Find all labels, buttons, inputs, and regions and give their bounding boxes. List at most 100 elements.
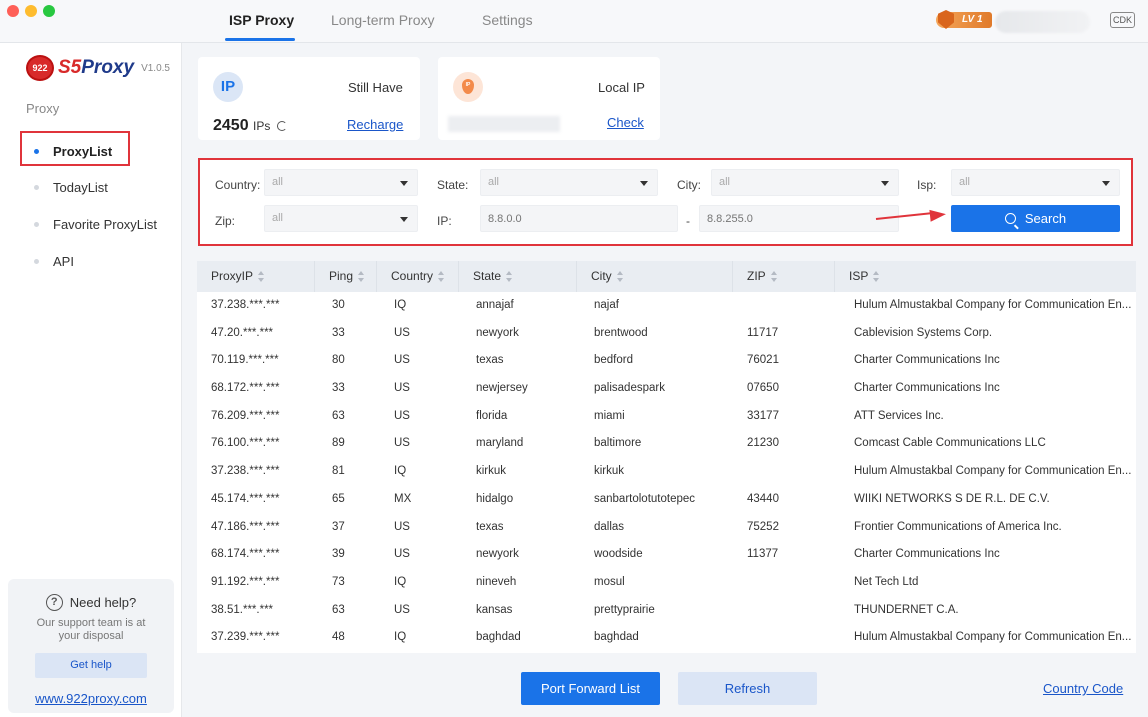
tab-settings[interactable]: Settings: [482, 12, 533, 28]
table-row[interactable]: 47.186.***.*** 37 US texas dallas 75252 Fronti…: [197, 514, 1136, 542]
column-header-proxyip[interactable]: ProxyIP: [197, 261, 315, 292]
table-row[interactable]: 91.192.***.*** 73 IQ nineveh mosul Net Tech L…: [197, 569, 1136, 597]
column-header-isp[interactable]: ISP: [835, 261, 1136, 292]
sidebar-item-label: Favorite ProxyList: [53, 217, 158, 232]
cell-proxyip: 47.186.***.***: [211, 520, 280, 533]
cell-state: newyork: [476, 326, 519, 339]
sidebar-item-api[interactable]: API: [34, 254, 74, 269]
sidebar-item-todaylist[interactable]: TodayList: [34, 180, 108, 195]
country-code-link[interactable]: Country Code: [1043, 681, 1123, 696]
column-header-city[interactable]: City: [577, 261, 733, 292]
cell-country: US: [394, 354, 410, 367]
cell-state: texas: [476, 520, 504, 533]
isp-select[interactable]: all: [951, 169, 1120, 196]
column-header-label: State: [473, 269, 502, 283]
cell-ping: 80: [332, 354, 345, 367]
cell-zip: 11377: [747, 548, 779, 561]
search-button[interactable]: Search: [951, 205, 1120, 232]
help-title-text: Need help?: [69, 595, 137, 610]
website-link[interactable]: www.922proxy.com: [8, 691, 174, 706]
cell-zip: 11717: [747, 326, 779, 339]
cell-zip: 21230: [747, 437, 779, 450]
cell-zip: 43440: [747, 492, 779, 505]
sort-icon: [616, 271, 624, 282]
column-header-state[interactable]: State: [459, 261, 577, 292]
cell-city: najaf: [594, 299, 619, 311]
isp-label: Isp:: [917, 178, 937, 192]
cell-proxyip: 37.239.***.***: [211, 631, 280, 644]
tab-long-term-proxy[interactable]: Long-term Proxy: [331, 12, 434, 28]
ip-range-dash: -: [686, 214, 690, 228]
table-row[interactable]: 68.172.***.*** 33 US newjersey palisadespark…: [197, 375, 1136, 403]
ip-range-from-input[interactable]: [480, 205, 678, 232]
column-header-zip[interactable]: ZIP: [733, 261, 835, 292]
cell-state: maryland: [476, 437, 524, 450]
zip-select[interactable]: all: [264, 205, 418, 232]
refresh-icon[interactable]: [276, 121, 287, 131]
cell-ping: 39: [332, 548, 345, 561]
recharge-link[interactable]: Recharge: [347, 117, 403, 132]
cell-zip: 33177: [747, 409, 779, 422]
sort-icon: [438, 271, 445, 282]
cell-ping: 63: [332, 603, 345, 616]
question-icon: ?: [45, 594, 63, 611]
city-select[interactable]: all: [711, 169, 899, 196]
cell-isp: Charter Communications Inc: [854, 548, 1000, 561]
sidebar-item-favorite-proxylist[interactable]: Favorite ProxyList: [34, 217, 157, 232]
location-pin-icon: IP: [462, 79, 474, 94]
minimize-window-button[interactable]: [25, 5, 37, 17]
cell-ping: 73: [332, 575, 345, 588]
city-select-value: all: [719, 176, 731, 188]
table-row[interactable]: 37.239.***.*** 48 IQ baghdad baghdad Hulum Al…: [197, 624, 1136, 652]
cell-city: baltimore: [594, 437, 642, 450]
country-select[interactable]: all: [264, 169, 418, 196]
maximize-window-button[interactable]: [43, 5, 55, 17]
cell-isp: Frontier Communications of America Inc.: [854, 520, 1062, 533]
annotation-arrow-head: [929, 208, 947, 222]
cell-city: bedford: [594, 354, 634, 367]
country-select-value: all: [272, 176, 284, 188]
cell-zip: 76021: [747, 354, 779, 367]
user-account-blurred[interactable]: [995, 11, 1090, 33]
sort-icon: [770, 271, 778, 282]
table-row[interactable]: 37.238.***.*** 81 IQ kirkuk kirkuk Hulum Almu…: [197, 458, 1136, 486]
cell-state: kirkuk: [476, 465, 507, 478]
ip-range-to-input[interactable]: [699, 205, 899, 232]
check-link[interactable]: Check: [607, 115, 644, 130]
cell-zip: 75252: [747, 520, 779, 533]
column-header-ping[interactable]: Ping: [315, 261, 377, 292]
table-row[interactable]: 37.238.***.*** 30 IQ annajaf najaf Hulum Almu…: [197, 292, 1136, 320]
table-row[interactable]: 68.174.***.*** 39 US newyork woodside 11377 Ch…: [197, 541, 1136, 569]
cell-country: US: [394, 437, 410, 450]
cdk-button[interactable]: CDK: [1110, 12, 1135, 28]
sidebar-section-title: Proxy: [26, 101, 60, 116]
close-window-button[interactable]: [7, 5, 19, 17]
table-row[interactable]: 45.174.***.*** 65 MX hidalgo sanbartolotutot…: [197, 486, 1136, 514]
cell-isp: Cablevision Systems Corp.: [854, 326, 993, 339]
tab-isp-proxy[interactable]: ISP Proxy: [229, 12, 294, 28]
state-select[interactable]: all: [480, 169, 658, 196]
refresh-button[interactable]: Refresh: [678, 672, 817, 705]
column-header-country[interactable]: Country: [377, 261, 459, 292]
ip-label: IP:: [437, 214, 452, 228]
table-row[interactable]: 76.100.***.*** 89 US maryland baltimore 21230…: [197, 430, 1136, 458]
cell-country: IQ: [394, 465, 407, 478]
zip-label: Zip:: [215, 214, 236, 228]
table-row[interactable]: 70.119.***.*** 80 US texas bedford 76021 Chart…: [197, 347, 1136, 375]
cell-ping: 33: [332, 382, 345, 395]
table-row[interactable]: 47.20.***.*** 33 US newyork brentwood 11717 Ca…: [197, 320, 1136, 348]
chevron-down-icon: [881, 181, 889, 186]
search-icon: [1004, 213, 1016, 224]
cell-proxyip: 47.20.***.***: [211, 326, 274, 339]
get-help-button[interactable]: Get help: [35, 653, 147, 678]
filter-panel: Country: all State: all City: all Isp: a…: [198, 158, 1133, 246]
column-header-label: Country: [391, 269, 434, 283]
title-bar: ISP Proxy Long-term Proxy Settings LV 1 …: [0, 0, 1148, 43]
help-title: ? Need help?: [8, 594, 174, 611]
ip-count-unit: IPs: [253, 119, 271, 133]
port-forward-list-button[interactable]: Port Forward List: [521, 672, 660, 705]
cell-isp: Charter Communications Inc: [854, 382, 1000, 395]
cell-state: texas: [476, 354, 504, 367]
table-row[interactable]: 38.51.***.*** 63 US kansas prettyprairie THUN…: [197, 597, 1136, 625]
table-row[interactable]: 76.209.***.*** 63 US florida miami 33177 ATT S…: [197, 403, 1136, 431]
